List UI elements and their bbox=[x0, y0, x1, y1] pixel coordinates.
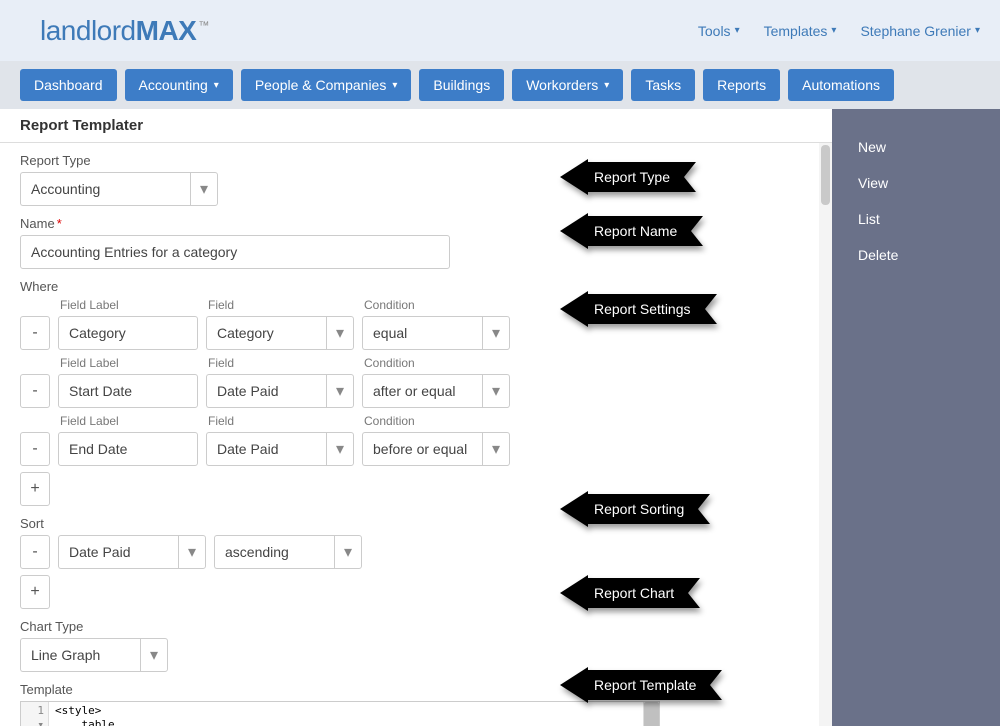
arrow-icon bbox=[560, 575, 588, 611]
code-body[interactable]: <style> table { width: 100%; border-coll… bbox=[49, 702, 659, 726]
annotation-sorting: Report Sorting bbox=[560, 491, 710, 527]
field-label-input[interactable] bbox=[58, 374, 198, 408]
add-sort-row-button[interactable]: + bbox=[20, 575, 50, 609]
remove-where-row-button[interactable]: - bbox=[20, 432, 50, 466]
condition-select[interactable]: before or equal ▾ bbox=[362, 432, 510, 466]
nav-tasks[interactable]: Tasks bbox=[631, 69, 695, 101]
field-label-input[interactable] bbox=[58, 316, 198, 350]
brand-bold: MAX bbox=[136, 15, 197, 46]
field-heading: Field bbox=[206, 298, 354, 314]
chevron-down-icon[interactable]: ▾ bbox=[190, 172, 218, 206]
arrow-icon bbox=[560, 667, 588, 703]
content-panel: Report Templater Report Type Accounting … bbox=[0, 109, 832, 726]
field-label-input[interactable] bbox=[58, 432, 198, 466]
chevron-down-icon[interactable]: ▾ bbox=[482, 374, 510, 408]
name-field[interactable] bbox=[20, 235, 450, 269]
remove-where-row-button[interactable]: - bbox=[20, 374, 50, 408]
brand-logo: landlordMAX™ bbox=[40, 15, 209, 47]
form-area: Report Type Accounting ▾ Name* Where - F… bbox=[0, 143, 832, 726]
code-gutter: 1 ▾23 ▾4567 bbox=[21, 702, 49, 726]
side-delete[interactable]: Delete bbox=[832, 237, 1000, 273]
chevron-down-icon[interactable]: ▾ bbox=[178, 535, 206, 569]
field-label-heading: Field Label bbox=[58, 356, 198, 372]
field-label-heading: Field Label bbox=[58, 414, 198, 430]
field-heading: Field bbox=[206, 414, 354, 430]
nav-workorders[interactable]: Workorders▾ bbox=[512, 69, 623, 101]
nav-accounting[interactable]: Accounting▾ bbox=[125, 69, 233, 101]
add-where-row-button[interactable]: + bbox=[20, 472, 50, 506]
arrow-icon bbox=[560, 213, 588, 249]
condition-select[interactable]: after or equal ▾ bbox=[362, 374, 510, 408]
side-view[interactable]: View bbox=[832, 165, 1000, 201]
brand-light: landlord bbox=[40, 15, 136, 46]
required-asterisk: * bbox=[57, 216, 62, 231]
annotation-type: Report Type bbox=[560, 159, 696, 195]
chevron-down-icon[interactable]: ▾ bbox=[326, 432, 354, 466]
nav-reports[interactable]: Reports bbox=[703, 69, 780, 101]
condition-heading: Condition bbox=[362, 298, 510, 314]
annotation-chart: Report Chart bbox=[560, 575, 700, 611]
form-scrollbar[interactable] bbox=[819, 143, 832, 726]
chevron-down-icon: ▾ bbox=[214, 80, 219, 91]
remove-sort-row-button[interactable]: - bbox=[20, 535, 50, 569]
field-select[interactable]: Category ▾ bbox=[206, 316, 354, 350]
chevron-down-icon: ▾ bbox=[975, 25, 980, 36]
report-type-select[interactable]: Accounting ▾ bbox=[20, 172, 218, 206]
topnav-user[interactable]: Stephane Grenier▾ bbox=[860, 23, 980, 39]
topnav-tools[interactable]: Tools▾ bbox=[698, 23, 740, 39]
field-select[interactable]: Date Paid ▾ bbox=[206, 432, 354, 466]
chevron-down-icon[interactable]: ▾ bbox=[140, 638, 168, 672]
field-heading: Field bbox=[206, 356, 354, 372]
field-select[interactable]: Date Paid ▾ bbox=[206, 374, 354, 408]
side-panel: New View List Delete bbox=[832, 109, 1000, 726]
chart-type-label: Chart Type bbox=[20, 619, 812, 634]
sort-field-select[interactable]: Date Paid ▾ bbox=[58, 535, 206, 569]
template-code-editor[interactable]: 1 ▾23 ▾4567 <style> table { width: 100%;… bbox=[20, 701, 660, 726]
scroll-thumb[interactable] bbox=[644, 702, 659, 726]
topnav-templates[interactable]: Templates▾ bbox=[764, 23, 837, 39]
main-area: Report Templater Report Type Accounting … bbox=[0, 109, 1000, 726]
nav-automations[interactable]: Automations bbox=[788, 69, 894, 101]
chevron-down-icon[interactable]: ▾ bbox=[334, 535, 362, 569]
arrow-icon bbox=[560, 159, 588, 195]
condition-select[interactable]: equal ▾ bbox=[362, 316, 510, 350]
arrow-icon bbox=[560, 491, 588, 527]
where-row: - Field Label Field Date Paid ▾ Conditio… bbox=[20, 356, 812, 408]
section-title: Report Templater bbox=[0, 109, 832, 143]
top-nav: Tools▾ Templates▾ Stephane Grenier▾ bbox=[698, 23, 980, 39]
code-scrollbar[interactable] bbox=[643, 702, 659, 726]
where-row: - Field Label Field Date Paid ▾ Conditio… bbox=[20, 414, 812, 466]
condition-heading: Condition bbox=[362, 356, 510, 372]
annotation-settings: Report Settings bbox=[560, 291, 717, 327]
field-label-heading: Field Label bbox=[58, 298, 198, 314]
chevron-down-icon: ▾ bbox=[735, 25, 740, 36]
nav-dashboard[interactable]: Dashboard bbox=[20, 69, 117, 101]
chevron-down-icon[interactable]: ▾ bbox=[326, 374, 354, 408]
brand-tm: ™ bbox=[198, 20, 209, 32]
chevron-down-icon[interactable]: ▾ bbox=[326, 316, 354, 350]
annotation-template: Report Template bbox=[560, 667, 722, 703]
nav-buildings[interactable]: Buildings bbox=[419, 69, 504, 101]
chevron-down-icon: ▾ bbox=[604, 80, 609, 91]
chart-type-select[interactable]: Line Graph ▾ bbox=[20, 638, 168, 672]
app-header: landlordMAX™ Tools▾ Templates▾ Stephane … bbox=[0, 0, 1000, 61]
side-new[interactable]: New bbox=[832, 129, 1000, 165]
chevron-down-icon: ▾ bbox=[831, 25, 836, 36]
report-type-value: Accounting bbox=[20, 172, 190, 206]
remove-where-row-button[interactable]: - bbox=[20, 316, 50, 350]
chevron-down-icon[interactable]: ▾ bbox=[482, 316, 510, 350]
nav-people[interactable]: People & Companies▾ bbox=[241, 69, 412, 101]
sort-dir-select[interactable]: ascending ▾ bbox=[214, 535, 362, 569]
main-nav: Dashboard Accounting▾ People & Companies… bbox=[0, 61, 1000, 109]
chevron-down-icon[interactable]: ▾ bbox=[482, 432, 510, 466]
arrow-icon bbox=[560, 291, 588, 327]
annotation-name: Report Name bbox=[560, 213, 703, 249]
scroll-thumb[interactable] bbox=[821, 145, 830, 205]
condition-heading: Condition bbox=[362, 414, 510, 430]
side-list[interactable]: List bbox=[832, 201, 1000, 237]
chevron-down-icon: ▾ bbox=[392, 80, 397, 91]
